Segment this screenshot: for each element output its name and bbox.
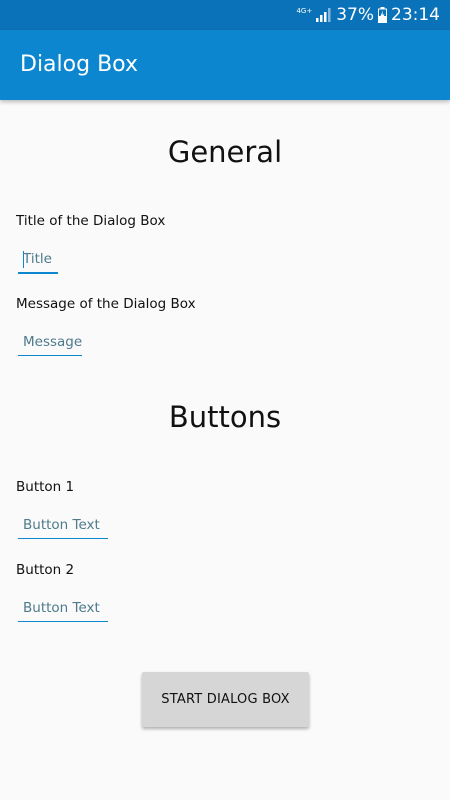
button2-text-input[interactable] — [18, 597, 113, 619]
start-dialog-box-button[interactable]: START DIALOG BOX — [142, 672, 309, 727]
app-bar: Dialog Box — [0, 30, 450, 100]
message-input[interactable] — [18, 331, 87, 353]
button1-text-input[interactable] — [18, 514, 113, 536]
message-field[interactable] — [18, 331, 87, 356]
text-cursor — [23, 251, 24, 268]
buttons-heading: Buttons — [168, 400, 282, 434]
clock: 23:14 — [391, 5, 440, 25]
button2-label: Button 2 — [16, 562, 75, 578]
title-label: Title of the Dialog Box — [16, 213, 166, 229]
status-icons: 4G+ 37% 23:14 — [296, 3, 440, 27]
signal-strength-icon — [316, 8, 332, 22]
button2-text-field[interactable] — [18, 597, 113, 622]
status-bar: 4G+ 37% 23:14 — [0, 0, 450, 30]
app-title: Dialog Box — [20, 52, 138, 77]
network-type-indicator: 4G+ — [296, 7, 313, 15]
title-input[interactable] — [18, 248, 63, 270]
battery-percent: 37% — [336, 5, 374, 25]
message-label: Message of the Dialog Box — [16, 296, 196, 312]
title-field[interactable] — [18, 248, 63, 274]
general-heading: General — [167, 135, 283, 169]
button1-label: Button 1 — [16, 479, 75, 495]
button1-text-field[interactable] — [18, 514, 113, 539]
battery-charging-icon — [378, 7, 387, 23]
